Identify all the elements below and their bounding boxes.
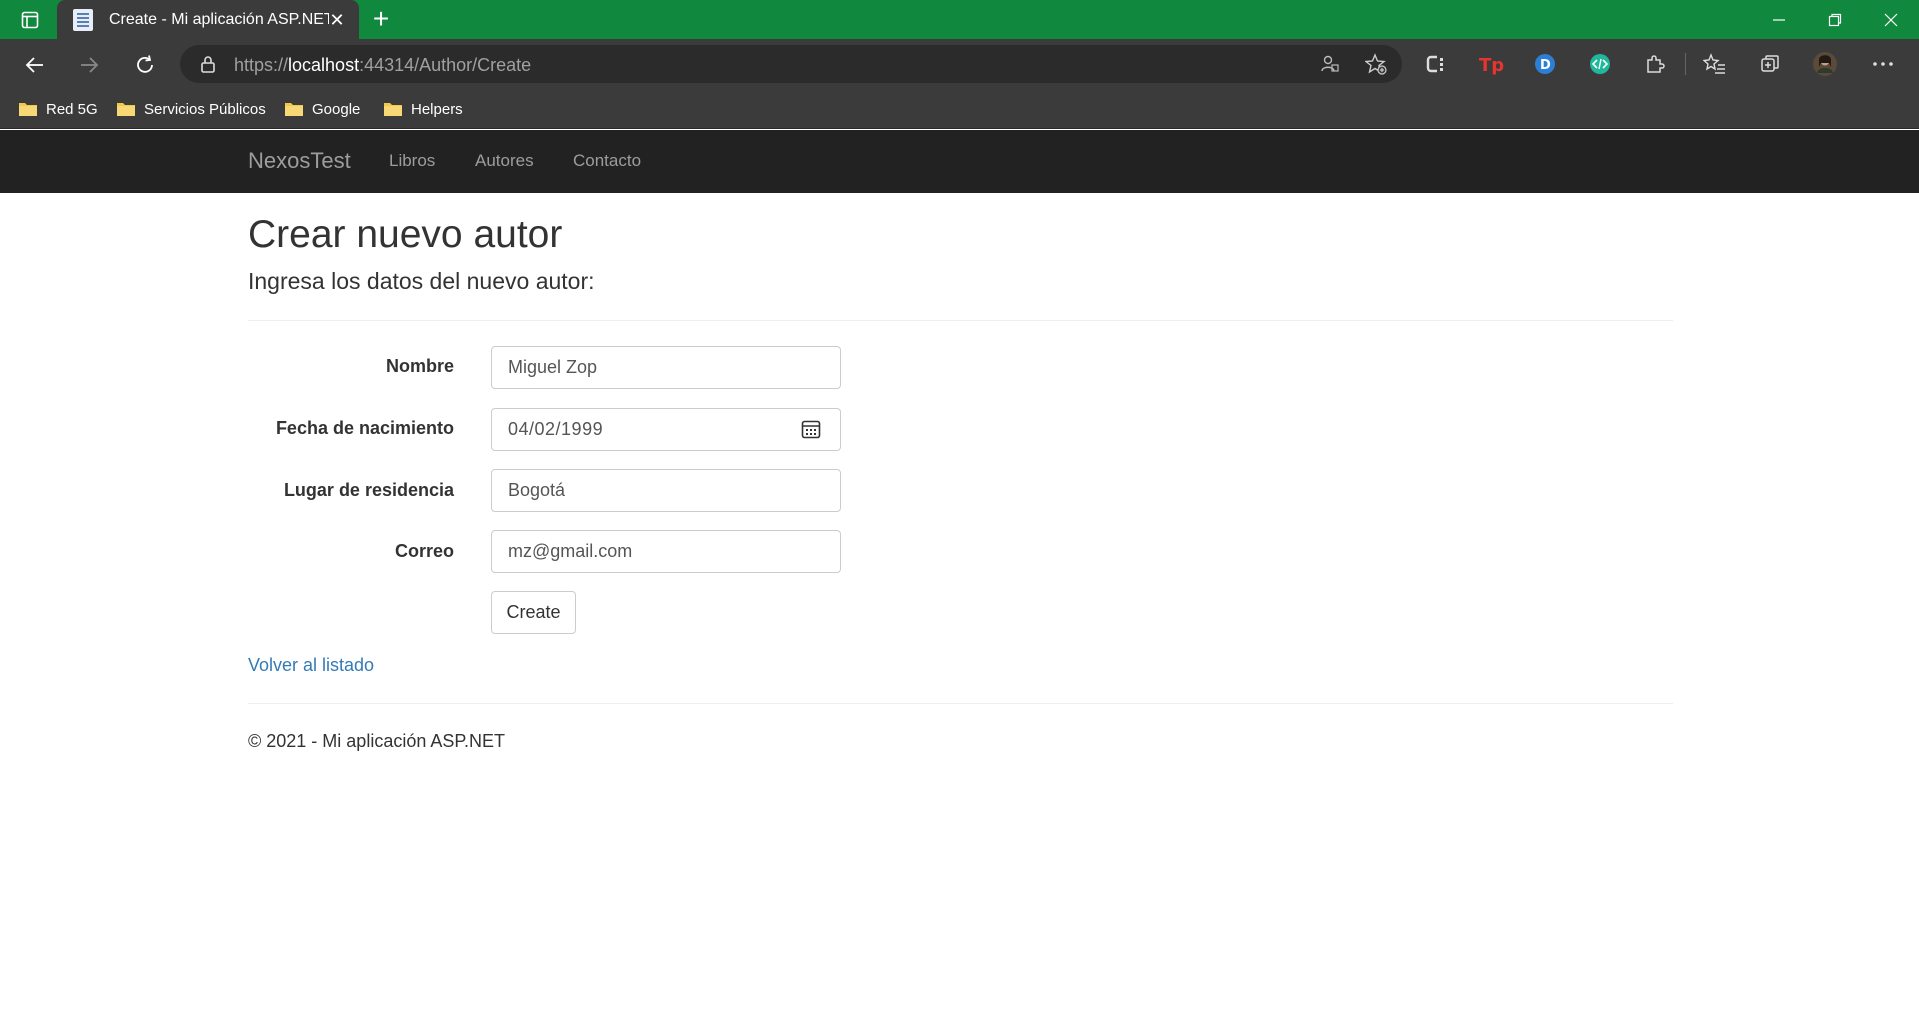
code-extension-icon[interactable] bbox=[1585, 49, 1615, 79]
more-options-icon[interactable] bbox=[1868, 49, 1898, 79]
collections-icon[interactable] bbox=[1421, 49, 1451, 79]
fecha-nacimiento-input[interactable] bbox=[491, 408, 841, 451]
svg-text:Tp: Tp bbox=[1479, 55, 1504, 76]
divider bbox=[248, 703, 1673, 704]
browser-tab-strip: Create - Mi aplicación ASP.NET ✕ + bbox=[0, 0, 1919, 39]
new-tab-icon[interactable]: + bbox=[366, 4, 396, 34]
close-window-icon[interactable] bbox=[1863, 0, 1919, 39]
page-subtitle: Ingresa los datos del nuevo autor: bbox=[248, 268, 595, 294]
nombre-label: Nombre bbox=[385, 356, 454, 376]
tracking-prevention-icon[interactable] bbox=[1318, 52, 1342, 76]
bookmarks-bar: Red 5G Servicios Públicos Google Helpers bbox=[0, 89, 1919, 129]
add-favorite-icon[interactable] bbox=[1364, 52, 1388, 76]
profile-avatar[interactable] bbox=[1810, 49, 1840, 79]
correo-label: Correo bbox=[394, 541, 454, 561]
browser-tab-active[interactable]: Create - Mi aplicación ASP.NET ✕ bbox=[57, 0, 359, 39]
address-bar[interactable]: https://localhost:44314/Author/Create bbox=[180, 45, 1402, 83]
bookmark-label: Google bbox=[312, 100, 361, 118]
url-host: localhost bbox=[288, 55, 360, 75]
bookmark-label: Red 5G bbox=[46, 100, 98, 118]
navbar-brand[interactable]: NexosTest bbox=[248, 148, 351, 174]
folder-icon bbox=[284, 101, 304, 117]
restore-icon[interactable] bbox=[1807, 0, 1863, 39]
tp-extension-icon[interactable]: Tp bbox=[1476, 49, 1506, 79]
url-text[interactable]: https://localhost:44314/Author/Create bbox=[234, 55, 531, 76]
footer-text: © 2021 - Mi aplicación ASP.NET bbox=[248, 731, 506, 751]
bookmark-red-5g[interactable]: Red 5G bbox=[18, 98, 98, 120]
back-to-list-link[interactable]: Volver al listado bbox=[248, 655, 374, 676]
tab-title: Create - Mi aplicación ASP.NET bbox=[109, 10, 329, 28]
divider bbox=[248, 320, 1673, 321]
minimize-icon[interactable] bbox=[1751, 0, 1807, 39]
calendar-icon[interactable] bbox=[800, 418, 822, 440]
url-path: :44314/Author/Create bbox=[359, 55, 532, 75]
toolbar-divider bbox=[1685, 53, 1686, 75]
d-extension-icon[interactable]: D bbox=[1530, 49, 1560, 79]
extensions-puzzle-icon[interactable] bbox=[1640, 49, 1670, 79]
browser-toolbar: https://localhost:44314/Author/Create Tp… bbox=[0, 39, 1919, 89]
fecha-label: Fecha de nacimiento bbox=[275, 418, 454, 438]
folder-icon bbox=[18, 101, 38, 117]
bookmark-helpers[interactable]: Helpers bbox=[383, 98, 463, 120]
page-favicon-icon bbox=[73, 8, 93, 31]
forward-arrow-icon[interactable] bbox=[72, 48, 106, 82]
site-navbar: NexosTest Libros Autores Contacto bbox=[0, 130, 1919, 193]
folder-icon bbox=[116, 101, 136, 117]
bookmark-servicios-publicos[interactable]: Servicios Públicos bbox=[116, 98, 266, 120]
close-tab-icon[interactable]: ✕ bbox=[327, 10, 347, 30]
correo-input[interactable] bbox=[491, 530, 841, 573]
svg-text:D: D bbox=[1540, 58, 1551, 73]
nav-link-autores[interactable]: Autores bbox=[475, 151, 534, 171]
lock-icon[interactable] bbox=[198, 54, 218, 74]
folder-icon bbox=[383, 101, 403, 117]
refresh-icon[interactable] bbox=[128, 48, 162, 82]
back-arrow-icon[interactable] bbox=[18, 48, 52, 82]
bookmark-label: Servicios Públicos bbox=[144, 100, 266, 118]
nav-link-contacto[interactable]: Contacto bbox=[573, 151, 641, 171]
favorites-list-icon[interactable] bbox=[1700, 49, 1730, 79]
collections-tabs-icon[interactable] bbox=[1755, 49, 1785, 79]
nav-link-libros[interactable]: Libros bbox=[389, 151, 435, 171]
bookmark-label: Helpers bbox=[411, 100, 463, 118]
lugar-label: Lugar de residencia bbox=[283, 480, 454, 500]
tab-actions-icon[interactable] bbox=[12, 6, 48, 34]
nombre-input[interactable] bbox=[491, 346, 841, 389]
create-button[interactable]: Create bbox=[491, 591, 576, 634]
page-title: Crear nuevo autor bbox=[248, 213, 563, 256]
bookmark-google[interactable]: Google bbox=[284, 98, 360, 120]
lugar-residencia-input[interactable] bbox=[491, 469, 841, 512]
url-scheme: https:// bbox=[234, 55, 289, 75]
